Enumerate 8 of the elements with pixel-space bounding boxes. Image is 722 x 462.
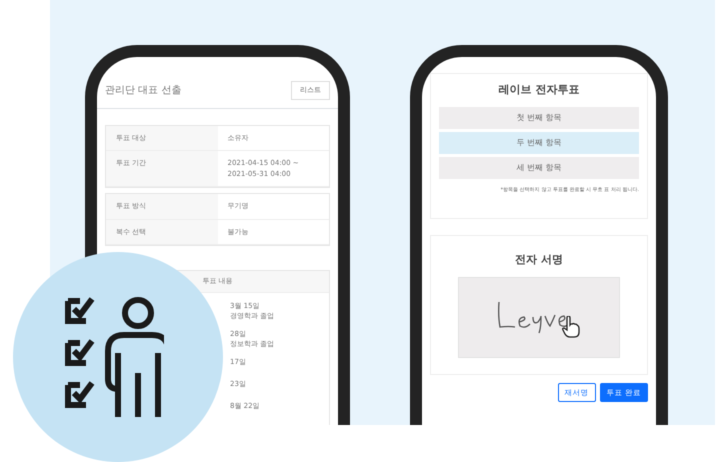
vote-option[interactable]: 세 번째 항목 bbox=[439, 156, 639, 178]
vote-option[interactable]: 두 번째 항목 bbox=[439, 132, 639, 154]
signature-pad[interactable] bbox=[458, 276, 620, 358]
card-title: 전자 서명 bbox=[515, 252, 563, 268]
hand-cursor-icon bbox=[562, 316, 580, 338]
page-title: 관리단 대표 선출 bbox=[105, 84, 182, 98]
vote-option[interactable]: 첫 번째 항목 bbox=[439, 106, 639, 128]
card-title: 레이브 전자투표 bbox=[498, 82, 580, 98]
